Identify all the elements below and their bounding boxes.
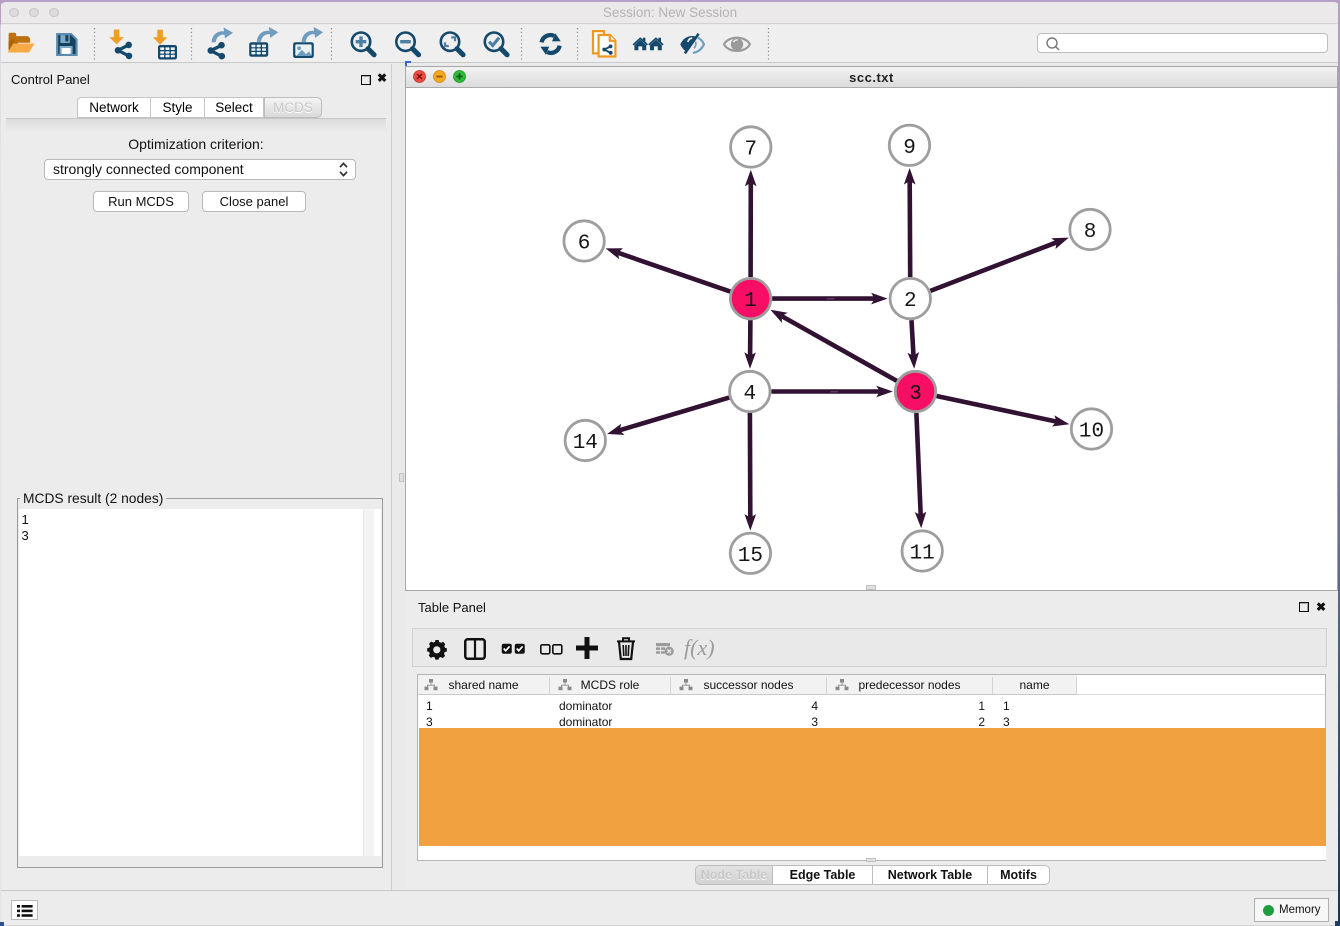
svg-text:2: 2 [904, 290, 917, 313]
svg-text:3: 3 [909, 383, 922, 406]
svg-text:6: 6 [578, 233, 591, 256]
svg-text:1: 1 [744, 290, 757, 313]
svg-text:f(x): f(x) [684, 635, 715, 660]
svg-text:9: 9 [903, 137, 916, 160]
svg-text:11: 11 [910, 543, 935, 566]
svg-text:10: 10 [1079, 421, 1104, 444]
svg-text:15: 15 [738, 545, 763, 568]
svg-text:8: 8 [1084, 221, 1097, 244]
svg-text:14: 14 [573, 432, 598, 455]
svg-text:4: 4 [743, 383, 756, 406]
svg-text:7: 7 [744, 139, 757, 162]
